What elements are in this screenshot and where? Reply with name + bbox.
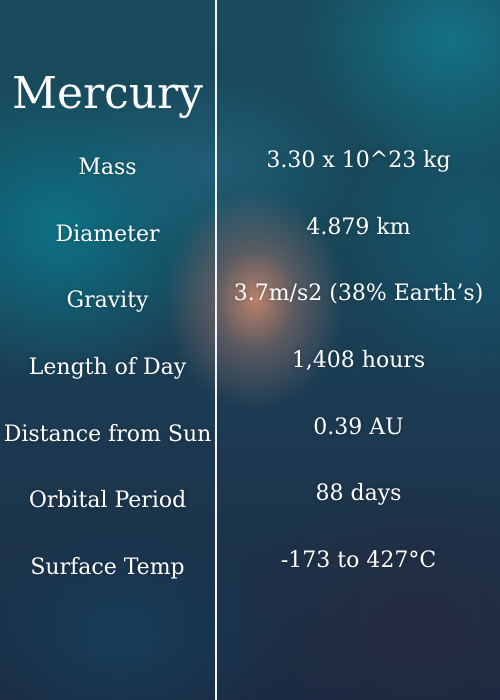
- fact-value-mass: 3.30 x 10^23 kg: [266, 148, 451, 173]
- fact-label-surface-temp: Surface Temp: [30, 555, 185, 580]
- fact-label-orbital-period: Orbital Period: [28, 488, 187, 513]
- fact-value-diameter: 4.879 km: [306, 215, 411, 240]
- fact-value-length-of-day: 1,408 hours: [291, 348, 426, 373]
- fact-value-distance-from-sun: 0.39 AU: [313, 415, 404, 440]
- fact-value-orbital-period: 88 days: [315, 481, 402, 506]
- fact-label-gravity: Gravity: [66, 288, 149, 313]
- fact-label-length-of-day: Length of Day: [28, 355, 187, 380]
- fact-value-surface-temp: -173 to 427°C: [280, 548, 437, 573]
- fact-label-diameter: Diameter: [55, 222, 160, 247]
- fact-label-mass: Mass: [78, 155, 137, 180]
- fact-value-gravity: 3.7m/s2 (38% Earth’s): [233, 281, 484, 306]
- planet-title: Mercury: [12, 68, 203, 119]
- fact-label-distance-from-sun: Distance from Sun: [3, 422, 212, 447]
